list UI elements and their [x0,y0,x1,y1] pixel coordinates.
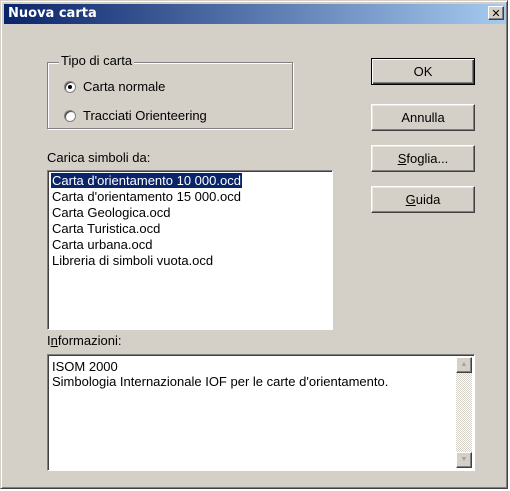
info-line: ISOM 2000 [52,359,118,374]
radio-normal-map-label[interactable]: Carta normale [83,79,165,94]
radio-orienteering-courses[interactable] [64,110,76,122]
help-button[interactable]: Guida [371,186,475,213]
info-textbox[interactable]: ISOM 2000 Simbologia Internazionale IOF … [47,354,475,471]
list-item[interactable]: Libreria di simboli vuota.ocd [51,253,214,268]
help-label: uida [415,192,441,207]
browse-button[interactable]: Sfoglia... [371,145,475,172]
info-accesskey: n [50,333,58,348]
scroll-up-arrow-icon[interactable]: ▲ [456,357,472,373]
dialog-window: Nuova carta ✕ Tipo di carta Carta normal… [0,0,508,489]
info-line: Simbologia Internazionale IOF per le car… [52,374,389,389]
list-item[interactable]: Carta Geologica.ocd [51,205,172,220]
window-title: Nuova carta [8,6,97,21]
symbols-listbox[interactable]: Carta d'orientamento 10 000.ocd Carta d'… [47,170,333,330]
symbols-label: Carica simboli da: [47,150,151,165]
help-accesskey: G [405,192,416,207]
scroll-down-arrow-icon[interactable]: ▼ [456,452,472,468]
close-icon[interactable]: ✕ [488,6,504,20]
info-label: Informazioni: [47,333,121,348]
radio-selected-dot [68,85,72,89]
browse-label: foglia... [406,151,449,166]
info-scrollbar[interactable]: ▲ ▼ [456,357,472,468]
radio-normal-map[interactable] [64,81,76,93]
list-item[interactable]: Carta Turistica.ocd [51,221,161,236]
ok-button[interactable]: OK [371,58,475,85]
info-label-end: formazioni: [57,333,122,348]
radio-orienteering-courses-label[interactable]: Tracciati Orienteering [83,108,207,123]
list-item[interactable]: Carta d'orientamento 15 000.ocd [51,189,242,204]
list-item[interactable]: Carta urbana.ocd [51,237,153,252]
list-item[interactable]: Carta d'orientamento 10 000.ocd [50,172,243,189]
cancel-button[interactable]: Annulla [371,104,475,131]
title-bar[interactable]: Nuova carta ✕ [4,4,506,24]
map-type-group-label: Tipo di carta [59,53,135,68]
